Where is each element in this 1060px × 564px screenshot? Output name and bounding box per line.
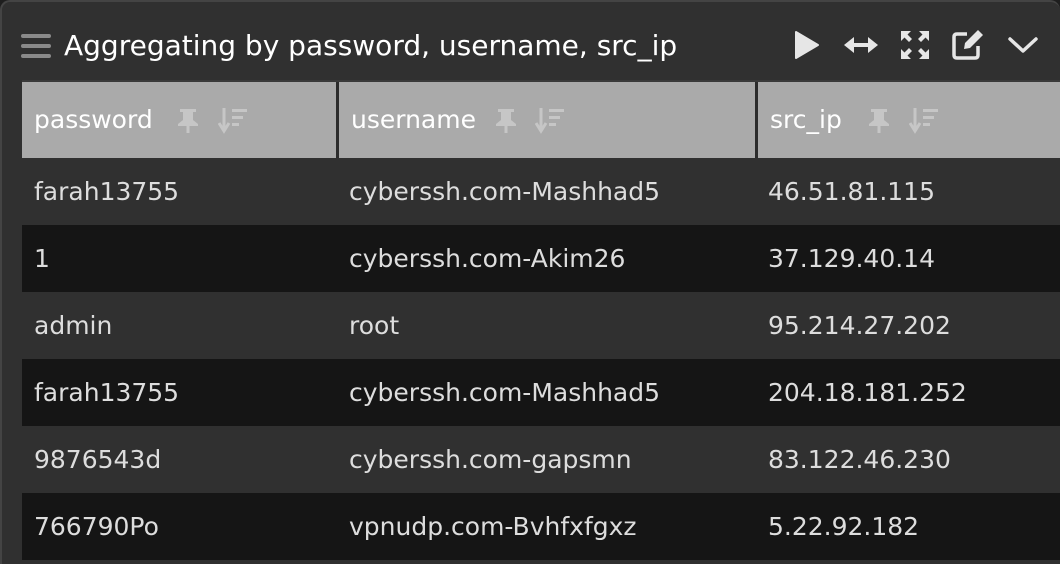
sort-icon[interactable] [217, 106, 247, 134]
cell-password: admin [34, 311, 113, 340]
edit-icon [952, 30, 983, 60]
cell-password: 9876543d [34, 445, 162, 474]
pin-icon[interactable] [492, 106, 520, 134]
table-header-row: password username src_ip [22, 80, 1060, 158]
cell-password: 766790Po [34, 512, 159, 541]
fullscreen-button[interactable] [897, 26, 933, 64]
edit-button[interactable] [950, 26, 986, 64]
column-header-label: username [351, 105, 476, 134]
pin-icon[interactable] [174, 106, 202, 134]
cell-src-ip: 46.51.81.115 [768, 177, 935, 206]
panel-header: Aggregating by password, username, src_i… [2, 2, 1060, 82]
cell-username: vpnudp.com-Bvhfxfgxz [349, 512, 637, 541]
table-row[interactable]: admin root 95.214.27.202 [22, 292, 1060, 359]
sort-icon[interactable] [908, 106, 938, 134]
cell-username: cyberssh.com-gapsmn [349, 445, 632, 474]
panel-title: Aggregating by password, username, src_i… [64, 29, 678, 62]
fit-width-button[interactable] [843, 26, 879, 64]
expand-icon [901, 31, 929, 59]
table-row[interactable]: 9876543d cyberssh.com-gapsmn 83.122.46.2… [22, 426, 1060, 493]
cell-username: cyberssh.com-Akim26 [349, 244, 626, 273]
cell-username: root [349, 311, 400, 340]
cell-src-ip: 37.129.40.14 [768, 244, 935, 273]
cell-src-ip: 95.214.27.202 [768, 311, 951, 340]
pin-icon[interactable] [865, 106, 893, 134]
cell-username: cyberssh.com-Mashhad5 [349, 378, 661, 407]
run-button[interactable] [788, 26, 824, 64]
cell-password: farah13755 [34, 378, 180, 407]
column-header-label: password [34, 105, 153, 134]
collapse-button[interactable] [1005, 26, 1041, 64]
horizontal-arrows-icon [844, 37, 878, 53]
cell-src-ip: 83.122.46.230 [768, 445, 951, 474]
table-row[interactable]: 766790Po vpnudp.com-Bvhfxfgxz 5.22.92.18… [22, 493, 1060, 560]
cell-password: farah13755 [34, 177, 180, 206]
column-header-password[interactable]: password [22, 82, 339, 158]
cell-username: cyberssh.com-Mashhad5 [349, 177, 661, 206]
cell-src-ip: 204.18.181.252 [768, 378, 967, 407]
table-row[interactable]: farah13755 cyberssh.com-Mashhad5 46.51.8… [22, 158, 1060, 225]
play-icon [795, 31, 819, 59]
sort-icon[interactable] [534, 106, 564, 134]
cell-password: 1 [34, 244, 50, 273]
column-header-src-ip[interactable]: src_ip [758, 82, 1060, 158]
cell-src-ip: 5.22.92.182 [768, 512, 920, 541]
table-row[interactable]: farah13755 cyberssh.com-Mashhad5 204.18.… [22, 359, 1060, 426]
hamburger-icon[interactable] [21, 32, 51, 60]
aggregation-panel: Aggregating by password, username, src_i… [0, 0, 1060, 564]
table-row[interactable]: 1 cyberssh.com-Akim26 37.129.40.14 [22, 225, 1060, 292]
chevron-down-icon [1008, 37, 1038, 53]
column-header-username[interactable]: username [339, 82, 758, 158]
column-header-label: src_ip [770, 105, 842, 134]
